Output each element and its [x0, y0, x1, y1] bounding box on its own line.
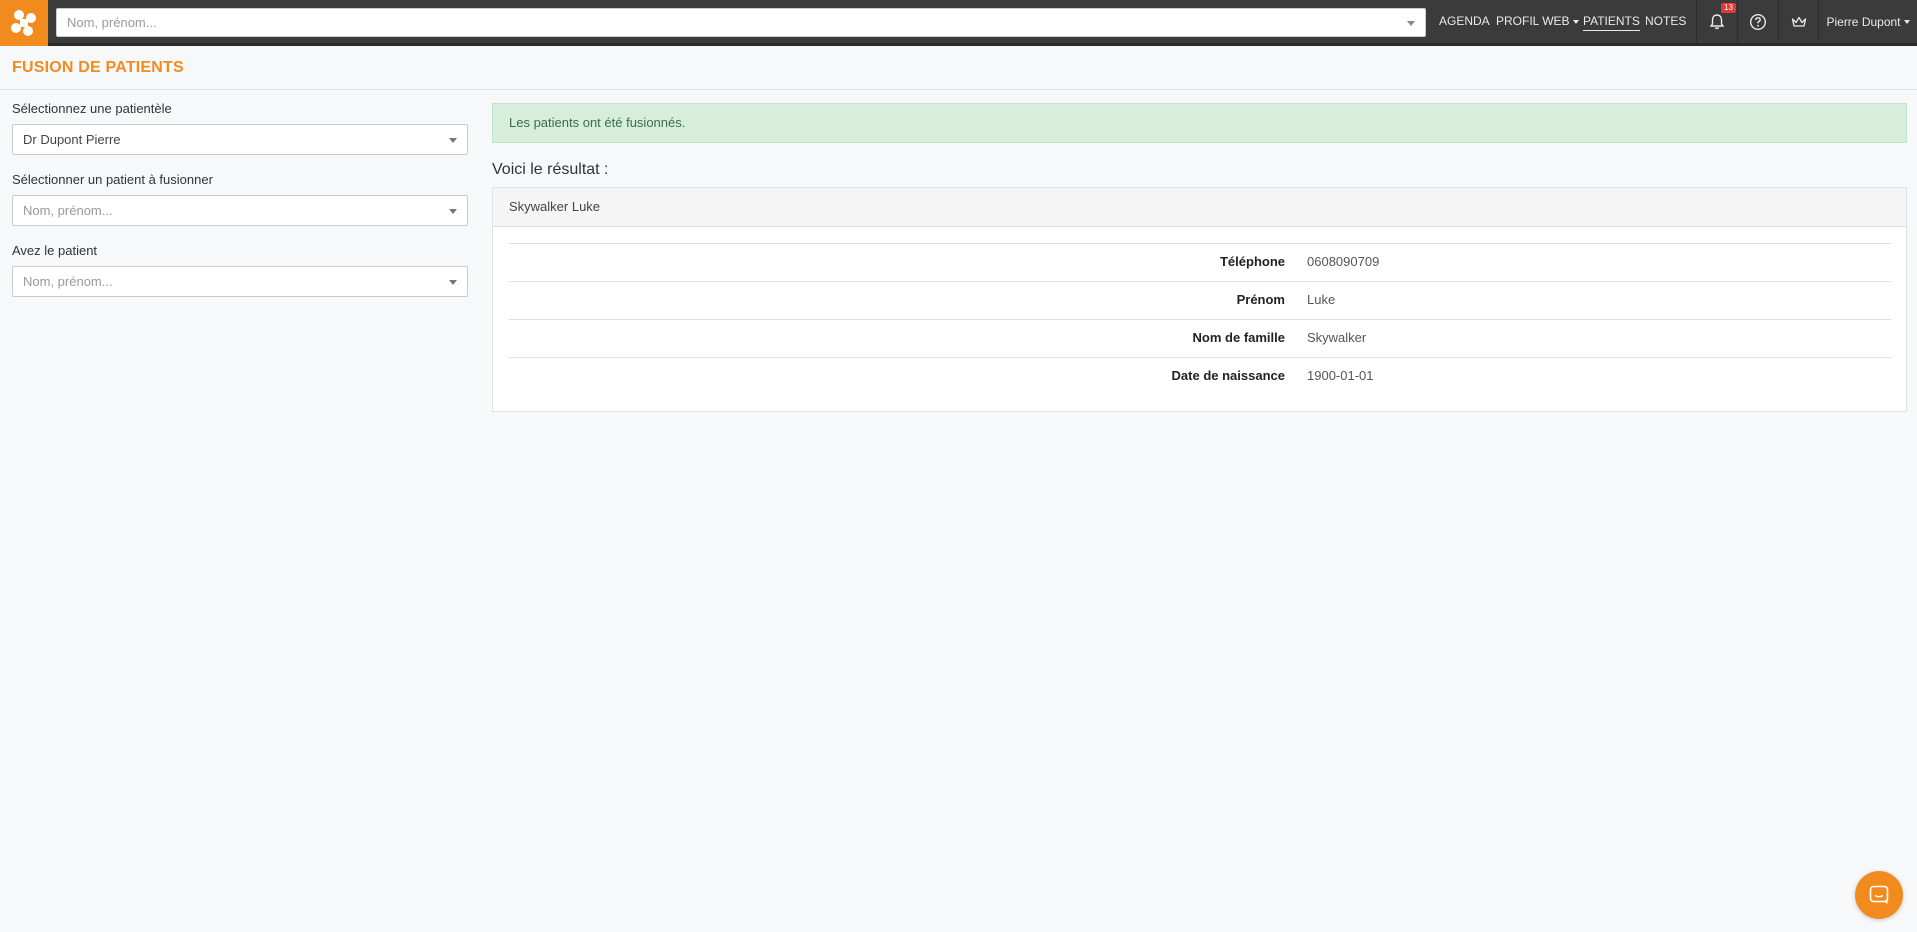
- nav-agenda[interactable]: AGENDA: [1439, 14, 1490, 28]
- page-title: FUSION DE PATIENTS: [12, 59, 184, 76]
- detail-row: Prénom Luke: [509, 281, 1891, 319]
- user-menu[interactable]: Pierre Dupont: [1818, 0, 1917, 43]
- chevron-down-icon[interactable]: [1407, 21, 1415, 26]
- crown-icon: [1791, 16, 1807, 27]
- merge-with-select[interactable]: Nom, prénom...: [12, 266, 468, 297]
- detail-value: Skywalker: [1307, 330, 1367, 345]
- detail-row: Téléphone 0608090709: [509, 243, 1891, 281]
- chat-icon: [1869, 885, 1889, 904]
- logo[interactable]: [0, 0, 48, 46]
- app-logo-icon: [11, 10, 36, 36]
- patientele-label: Sélectionnez une patientèle: [12, 101, 172, 116]
- help-icon: [1749, 13, 1767, 30]
- patient-to-merge-label: Sélectionner un patient à fusionner: [12, 172, 213, 187]
- premium-button[interactable]: [1778, 0, 1819, 43]
- notification-badge: 13: [1721, 3, 1736, 13]
- detail-key: Nom de famille: [1192, 330, 1285, 345]
- patient-search-input[interactable]: [57, 9, 1425, 36]
- patient-to-merge-select[interactable]: Nom, prénom...: [12, 195, 468, 226]
- detail-row: Date de naissance 1900-01-01: [509, 357, 1891, 395]
- detail-key: Téléphone: [1219, 254, 1285, 269]
- merge-with-placeholder: Nom, prénom...: [23, 274, 113, 289]
- top-bar: AGENDA PROFIL WEB PATIENTS NOTES 13 Pier…: [0, 0, 1917, 46]
- chevron-down-icon: [449, 138, 457, 143]
- page-header: FUSION DE PATIENTS: [0, 46, 1917, 90]
- help-button[interactable]: [1737, 0, 1778, 43]
- chevron-down-icon: [449, 280, 457, 285]
- notifications-button[interactable]: 13: [1696, 0, 1737, 43]
- detail-value: 0608090709: [1307, 254, 1380, 269]
- detail-value: Luke: [1307, 292, 1336, 307]
- patient-search[interactable]: [56, 8, 1426, 37]
- nav-notes[interactable]: NOTES: [1645, 14, 1686, 28]
- detail-key: Prénom: [1236, 292, 1285, 307]
- result-panel: Skywalker Luke Téléphone 0608090709 Prén…: [492, 187, 1907, 412]
- chat-launcher-button[interactable]: [1855, 871, 1903, 919]
- patient-to-merge-placeholder: Nom, prénom...: [23, 203, 113, 218]
- bell-icon: [1709, 13, 1725, 29]
- patientele-value: Dr Dupont Pierre: [23, 132, 121, 147]
- caret-down-icon: [1572, 19, 1579, 24]
- detail-row: Nom de famille Skywalker: [509, 319, 1891, 357]
- detail-key: Date de naissance: [1171, 368, 1285, 383]
- success-alert: Les patients ont été fusionnés.: [492, 103, 1907, 143]
- chevron-down-icon: [449, 209, 457, 214]
- merge-with-label: Avez le patient: [12, 243, 98, 258]
- caret-down-icon: [1903, 19, 1910, 24]
- user-name: Pierre Dupont: [1826, 14, 1901, 29]
- detail-value: 1900-01-01: [1307, 368, 1374, 383]
- nav-profil-web-label: PROFIL WEB: [1496, 14, 1570, 28]
- result-heading: Voici le résultat :: [492, 161, 609, 178]
- nav-profil-web[interactable]: PROFIL WEB: [1496, 14, 1579, 28]
- patient-name: Skywalker Luke: [493, 188, 1906, 227]
- nav-patients[interactable]: PATIENTS: [1583, 14, 1640, 31]
- patientele-select[interactable]: Dr Dupont Pierre: [12, 124, 468, 155]
